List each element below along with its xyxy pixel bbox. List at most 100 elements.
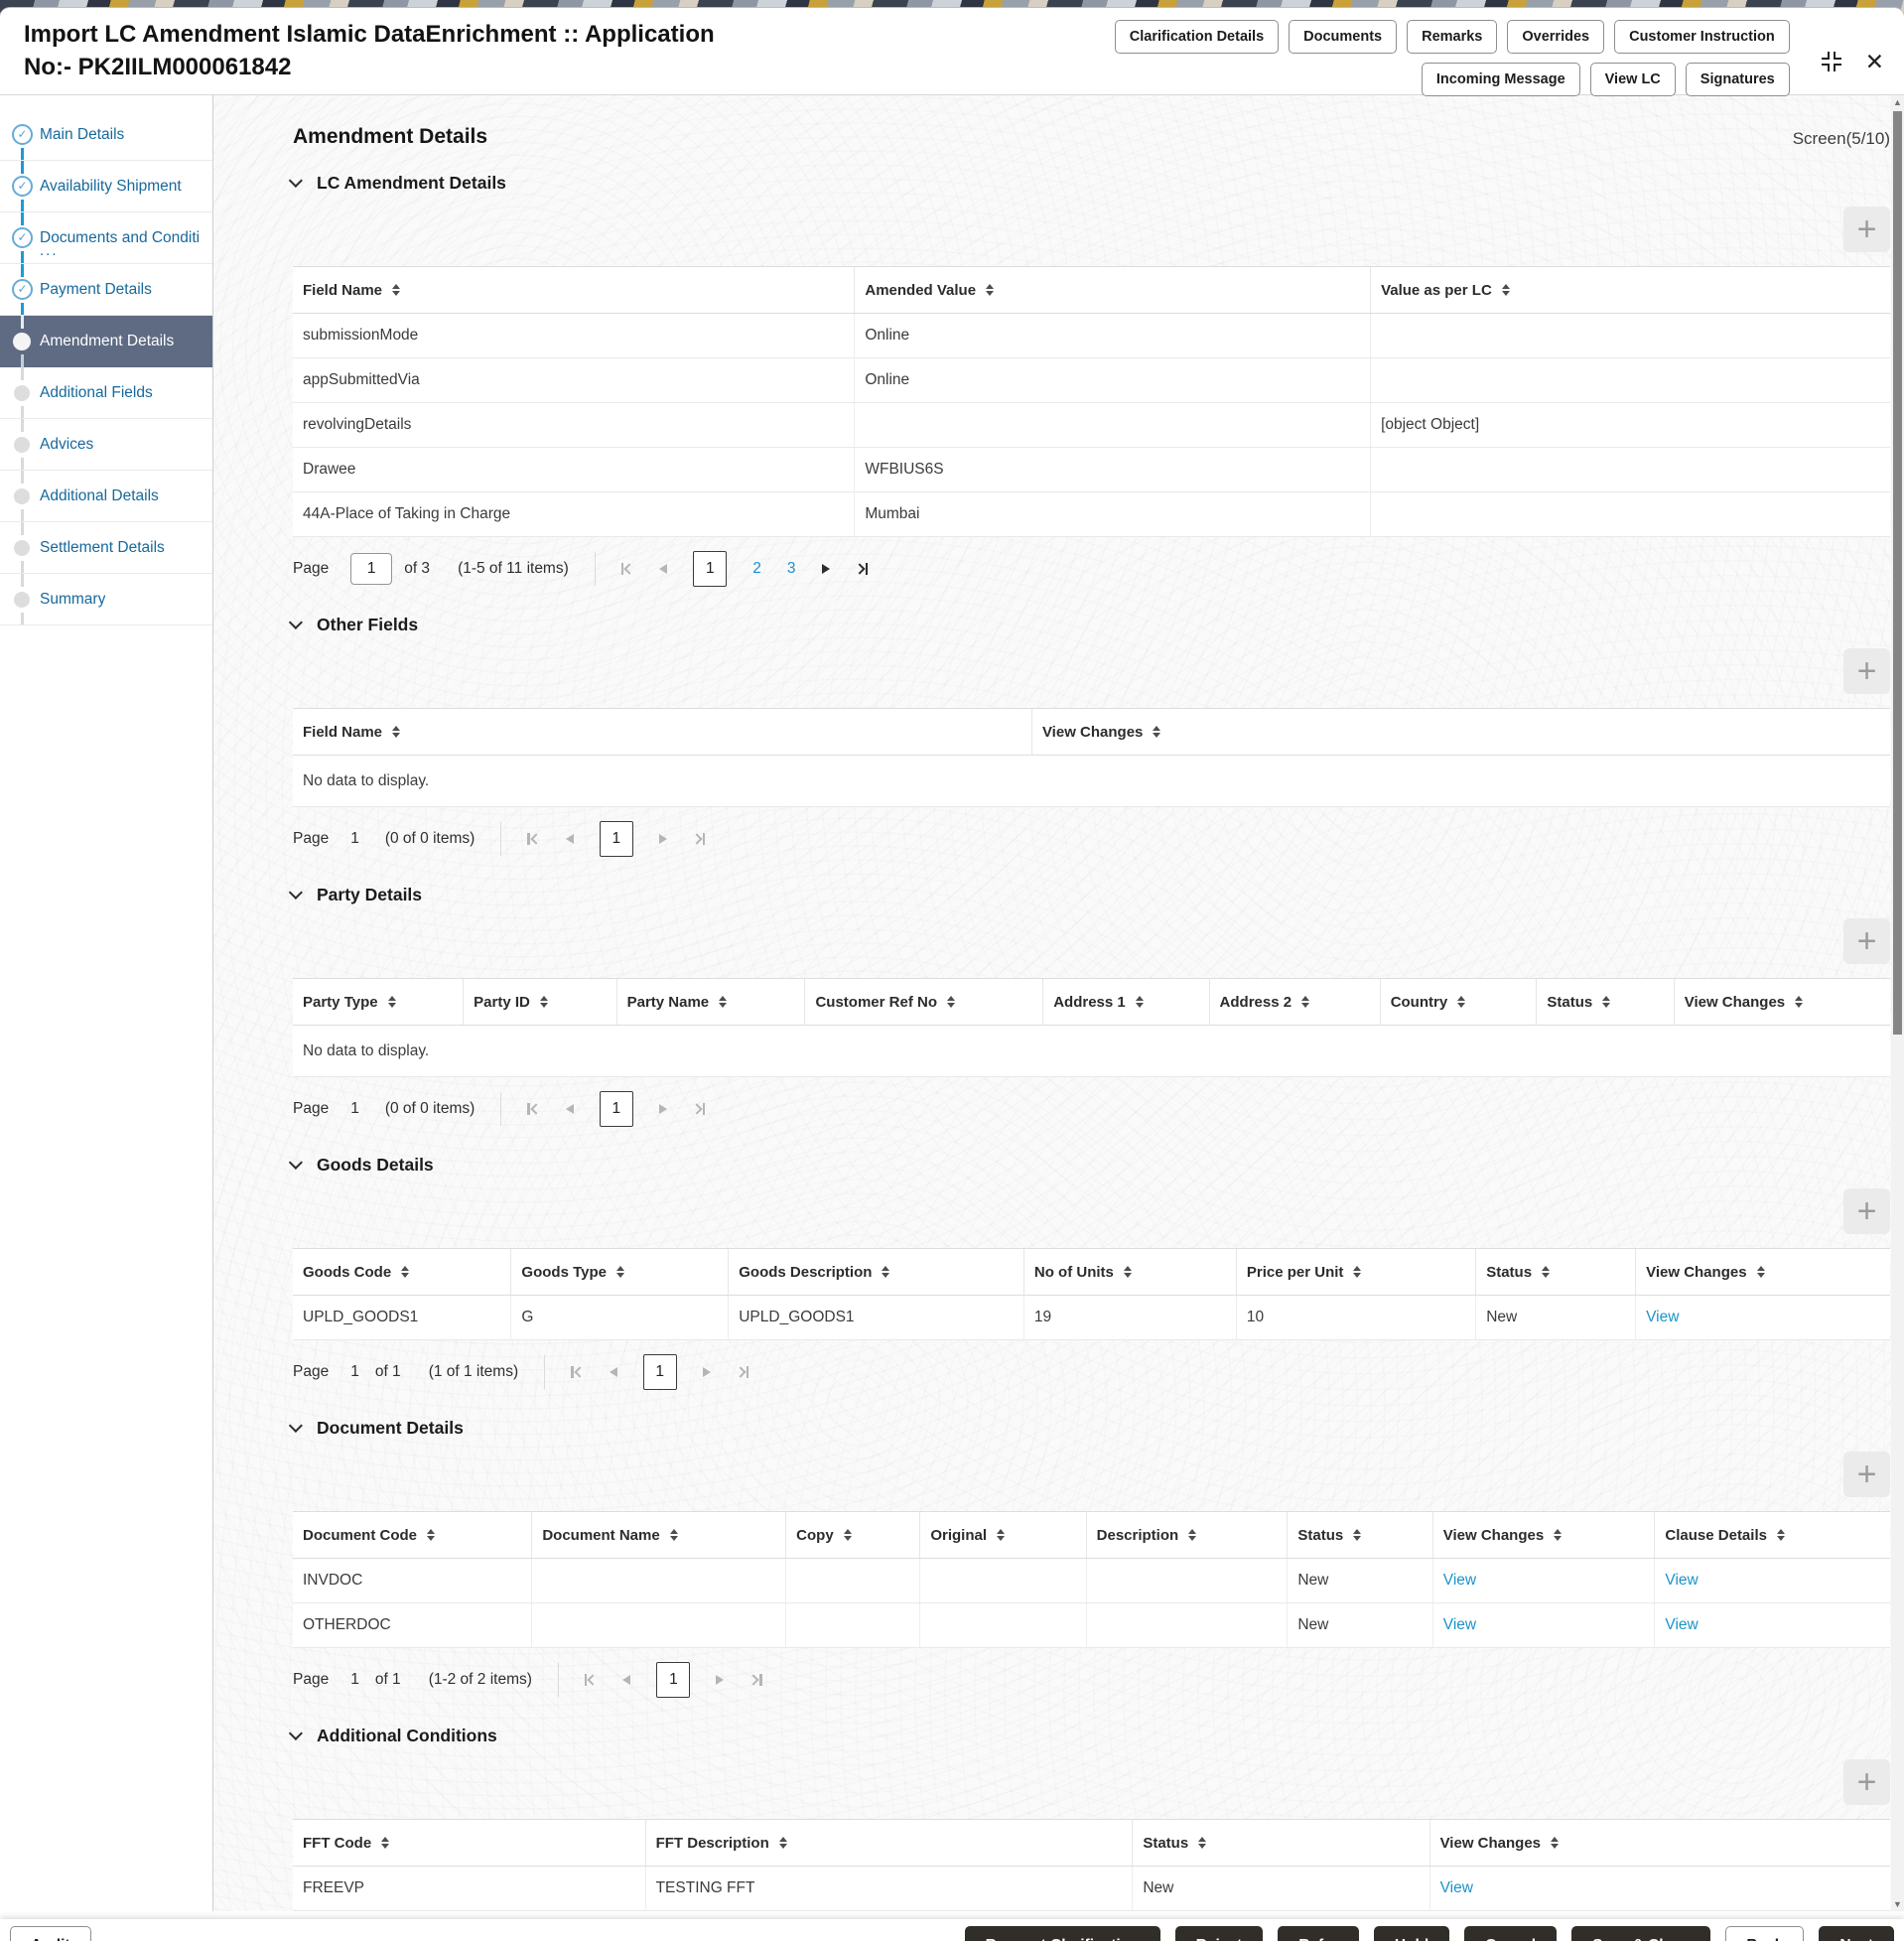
sort-icon[interactable] bbox=[1795, 995, 1804, 1009]
header-button-view-lc[interactable]: View LC bbox=[1589, 63, 1676, 96]
previous-page-button[interactable] bbox=[622, 1675, 631, 1685]
column-header-status[interactable]: Status bbox=[1288, 1512, 1433, 1558]
column-header-goods-code[interactable]: Goods Code bbox=[293, 1249, 512, 1295]
add-row-button[interactable]: + bbox=[1843, 207, 1890, 252]
footer-button-back[interactable]: Back bbox=[1725, 1926, 1805, 1941]
sort-icon[interactable] bbox=[387, 995, 396, 1009]
column-header-goods-description[interactable]: Goods Description bbox=[729, 1249, 1024, 1295]
column-header-document-name[interactable]: Document Name bbox=[532, 1512, 787, 1558]
sort-icon[interactable] bbox=[1135, 995, 1144, 1009]
page-link-2[interactable]: 2 bbox=[752, 560, 761, 578]
close-icon[interactable]: ✕ bbox=[1865, 50, 1884, 73]
view-link[interactable]: View bbox=[1665, 1572, 1698, 1590]
scroll-down-arrow[interactable]: ▼ bbox=[1891, 1899, 1904, 1909]
sort-icon[interactable] bbox=[1501, 283, 1510, 297]
column-header-clause-details[interactable]: Clause Details bbox=[1655, 1512, 1890, 1558]
view-link[interactable]: View bbox=[1440, 1879, 1473, 1897]
column-header-view-changes[interactable]: View Changes bbox=[1433, 1512, 1656, 1558]
footer-button-refer[interactable]: Refer bbox=[1278, 1926, 1359, 1941]
column-header-goods-type[interactable]: Goods Type bbox=[511, 1249, 730, 1295]
column-header-status[interactable]: Status bbox=[1476, 1249, 1637, 1295]
column-header-status[interactable]: Status bbox=[1537, 979, 1675, 1025]
previous-page-button[interactable] bbox=[609, 1367, 617, 1377]
header-button-clarification-details[interactable]: Clarification Details bbox=[1114, 20, 1280, 54]
column-header-view-changes[interactable]: View Changes bbox=[1430, 1820, 1890, 1866]
sort-icon[interactable] bbox=[1123, 1265, 1132, 1279]
sidebar-item-availability-shipment[interactable]: ✓ Availability Shipment bbox=[0, 161, 212, 212]
sort-icon[interactable] bbox=[719, 995, 728, 1009]
sidebar-item-main-details[interactable]: ✓ Main Details bbox=[0, 109, 212, 161]
column-header-field-name[interactable]: Field Name bbox=[293, 267, 856, 313]
sort-icon[interactable] bbox=[1602, 995, 1611, 1009]
header-button-overrides[interactable]: Overrides bbox=[1507, 20, 1605, 54]
column-header-fft-code[interactable]: FFT Code bbox=[293, 1820, 646, 1866]
view-link[interactable]: View bbox=[1665, 1616, 1698, 1634]
sort-icon[interactable] bbox=[986, 283, 995, 297]
previous-page-button[interactable] bbox=[565, 1104, 574, 1114]
column-header-view-changes[interactable]: View Changes bbox=[1675, 979, 1890, 1025]
sort-icon[interactable] bbox=[669, 1528, 678, 1542]
column-header-view-changes[interactable]: View Changes bbox=[1636, 1249, 1890, 1295]
first-page-button[interactable] bbox=[571, 1366, 586, 1378]
first-page-button[interactable] bbox=[527, 1103, 542, 1115]
last-page-button[interactable] bbox=[748, 1674, 762, 1686]
last-page-button[interactable] bbox=[734, 1366, 749, 1378]
header-button-customer-instruction[interactable]: Customer Instruction bbox=[1614, 20, 1790, 54]
current-page-button[interactable]: 1 bbox=[656, 1662, 691, 1698]
sort-icon[interactable] bbox=[1756, 1265, 1765, 1279]
header-button-incoming-message[interactable]: Incoming Message bbox=[1421, 63, 1580, 96]
add-row-button[interactable]: + bbox=[1843, 918, 1890, 964]
collapse-icon[interactable] bbox=[1820, 50, 1843, 73]
last-page-button[interactable] bbox=[691, 1103, 706, 1115]
sort-icon[interactable] bbox=[778, 1836, 787, 1850]
sort-icon[interactable] bbox=[946, 995, 955, 1009]
sidebar-item-settlement-details[interactable]: Settlement Details bbox=[0, 522, 212, 574]
column-header-price-per-unit[interactable]: Price per Unit bbox=[1237, 1249, 1477, 1295]
section-header-lc-amendment-details[interactable]: LC Amendment Details bbox=[288, 171, 1890, 195]
sort-icon[interactable] bbox=[1457, 995, 1466, 1009]
current-page-button[interactable]: 1 bbox=[599, 1091, 633, 1127]
sort-icon[interactable] bbox=[1153, 725, 1161, 739]
section-header-party-details[interactable]: Party Details bbox=[288, 883, 1890, 906]
column-header-copy[interactable]: Copy bbox=[786, 1512, 921, 1558]
column-header-document-code[interactable]: Document Code bbox=[293, 1512, 533, 1558]
sort-icon[interactable] bbox=[843, 1528, 852, 1542]
sort-icon[interactable] bbox=[1198, 1836, 1207, 1850]
next-page-button[interactable] bbox=[821, 564, 830, 574]
vertical-scrollbar[interactable]: ▲ ▼ bbox=[1891, 95, 1904, 1911]
next-page-button[interactable] bbox=[658, 1104, 667, 1114]
sort-icon[interactable] bbox=[1542, 1265, 1551, 1279]
sort-icon[interactable] bbox=[392, 725, 401, 739]
column-header-description[interactable]: Description bbox=[1087, 1512, 1289, 1558]
sort-icon[interactable] bbox=[615, 1265, 624, 1279]
column-header-address-1[interactable]: Address 1 bbox=[1043, 979, 1210, 1025]
sidebar-item-additional-details[interactable]: Additional Details bbox=[0, 471, 212, 522]
current-page-button[interactable]: 1 bbox=[642, 1354, 677, 1390]
view-link[interactable]: View bbox=[1646, 1309, 1679, 1326]
sort-icon[interactable] bbox=[427, 1528, 436, 1542]
sort-icon[interactable] bbox=[1776, 1528, 1785, 1542]
sidebar-item-amendment-details[interactable]: Amendment Details bbox=[0, 316, 212, 367]
footer-button-next[interactable]: Next bbox=[1819, 1926, 1894, 1941]
sort-icon[interactable] bbox=[882, 1265, 890, 1279]
column-header-party-type[interactable]: Party Type bbox=[293, 979, 465, 1025]
next-page-button[interactable] bbox=[716, 1675, 725, 1685]
first-page-button[interactable] bbox=[620, 563, 635, 575]
section-header-additional-conditions[interactable]: Additional Conditions bbox=[288, 1724, 1890, 1747]
sidebar-item-summary[interactable]: Summary bbox=[0, 574, 212, 625]
footer-button-hold[interactable]: Hold bbox=[1373, 1926, 1450, 1941]
section-header-document-details[interactable]: Document Details bbox=[288, 1416, 1890, 1440]
sidebar-item-advices[interactable]: Advices bbox=[0, 419, 212, 471]
sort-icon[interactable] bbox=[1551, 1836, 1560, 1850]
sort-icon[interactable] bbox=[1353, 1528, 1362, 1542]
add-row-button[interactable]: + bbox=[1843, 1759, 1890, 1805]
sort-icon[interactable] bbox=[392, 283, 401, 297]
column-header-customer-ref-no[interactable]: Customer Ref No bbox=[805, 979, 1044, 1025]
sidebar-item-additional-fields[interactable]: Additional Fields bbox=[0, 367, 212, 419]
next-page-button[interactable] bbox=[658, 834, 667, 844]
column-header-status[interactable]: Status bbox=[1133, 1820, 1430, 1866]
column-header-view-changes[interactable]: View Changes bbox=[1032, 709, 1890, 755]
footer-button-request-clarification[interactable]: Request Clarification bbox=[964, 1926, 1160, 1941]
first-page-button[interactable] bbox=[527, 833, 542, 845]
header-button-signatures[interactable]: Signatures bbox=[1685, 63, 1790, 96]
